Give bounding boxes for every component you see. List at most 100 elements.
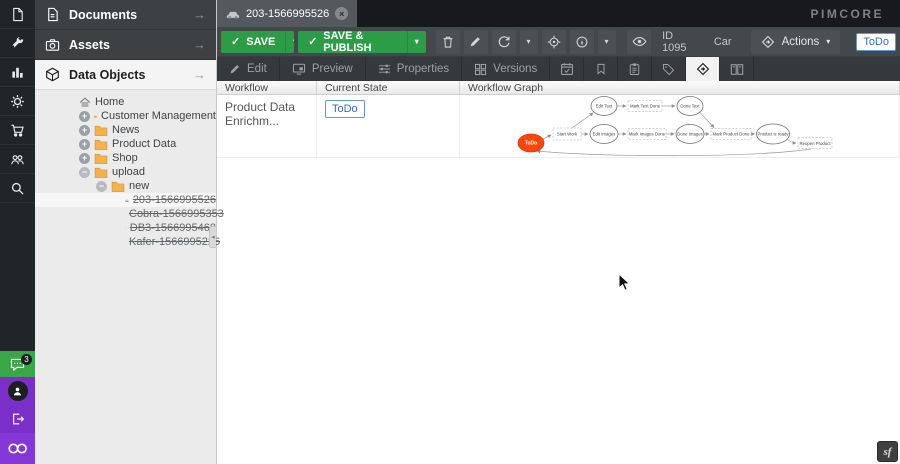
tree-item-home[interactable]: Home [35, 95, 216, 109]
tab-schedule[interactable] [550, 57, 584, 81]
rail-documents-button[interactable] [0, 0, 35, 29]
caret-down-icon: ▾ [527, 37, 531, 46]
workflow-status-badge: ToDo [856, 33, 896, 51]
pimcore-logo-button[interactable] [0, 433, 35, 464]
tab-edit-label: Edit [247, 63, 267, 75]
workflow-diamond-icon [696, 62, 710, 76]
graph-label: Reopen Product [799, 141, 831, 146]
save-and-publish-dropdown-button[interactable]: ▾ [407, 31, 426, 53]
tab-edit[interactable]: Edit [217, 57, 280, 81]
user-menu-button[interactable] [0, 377, 35, 405]
profiler-toggle-button[interactable]: sf [877, 441, 898, 462]
reload-button[interactable] [492, 30, 516, 54]
notifications-button[interactable]: 3 [0, 351, 35, 377]
tree-item-news[interactable]: + News [35, 123, 216, 137]
tree-item-kafer-1566995226[interactable]: Kafer-1566995226 [35, 235, 216, 249]
column-header-workflow-graph[interactable]: Workflow Graph [460, 81, 900, 94]
bar-chart-icon [10, 65, 25, 80]
save-button[interactable]: ✓SAVE ▾ [221, 31, 294, 53]
file-icon [10, 7, 25, 22]
delete-button[interactable] [436, 30, 460, 54]
tab-properties[interactable]: Properties [366, 57, 462, 81]
collapse-icon[interactable]: − [79, 167, 90, 178]
expand-icon[interactable]: + [79, 111, 90, 122]
wrench-icon [10, 36, 25, 51]
tab-tags[interactable] [652, 57, 686, 81]
tree-item-db3-1566995468[interactable]: DB3-1566995468 [35, 221, 216, 235]
tab-203-1566995526[interactable]: 203-1566995526 × [217, 0, 357, 27]
gear-icon [10, 94, 25, 109]
panel-collapse-handle[interactable]: ◂ [209, 226, 216, 248]
current-state-cell: ToDo [317, 95, 460, 157]
rail-reports-button[interactable] [0, 58, 35, 87]
accordion-data-objects[interactable]: Data Objects → [35, 60, 216, 90]
tab-label: 203-1566995526 [246, 8, 329, 20]
camera-icon [45, 38, 60, 52]
graph-label: Product is ready [757, 132, 789, 137]
save-dropdown-button[interactable]: ▾ [285, 31, 294, 53]
rail-tools-button[interactable] [0, 29, 35, 58]
tab-versions-label: Versions [493, 63, 537, 75]
monitor-icon [292, 63, 306, 75]
expand-icon[interactable]: + [79, 139, 90, 150]
graph-label: Mark Product Done [712, 132, 750, 137]
rename-button[interactable] [464, 30, 488, 54]
tree-item-label: DB3-1566995468 [130, 222, 216, 234]
caret-down-icon: ▾ [293, 37, 294, 46]
workflow-diamond-icon [761, 35, 775, 49]
tree-item-upload[interactable]: − upload [35, 165, 216, 179]
folder-icon [94, 111, 97, 122]
tree-item-customer-management[interactable]: + Customer Management [35, 109, 216, 123]
reload-dropdown-button[interactable]: ▾ [520, 30, 538, 54]
save-and-publish-button[interactable]: ✓SAVE & PUBLISH ▾ [298, 31, 426, 53]
tab-versions[interactable]: Versions [462, 57, 550, 81]
graph-label: Start Work [557, 132, 578, 137]
logout-button[interactable] [0, 405, 35, 433]
tree-item-cobra-1566995353[interactable]: Cobra-1566995353 [35, 207, 216, 221]
pimcore-wordmark: PIMCORE [810, 7, 900, 21]
info-button[interactable] [570, 30, 594, 54]
tree-item-label: Customer Management [101, 110, 216, 122]
tree-item-label: Product Data [112, 138, 176, 150]
workflow-table-row[interactable]: Product Data Enrichm... ToDo [217, 95, 900, 158]
toolbar-main: ✓SAVE ▾ ✓SAVE & PUBLISH ▾ ▾ [217, 27, 900, 57]
open-preview-button[interactable] [627, 30, 651, 54]
accordion-documents[interactable]: Documents → [35, 0, 216, 30]
accordion-assets[interactable]: Assets → [35, 30, 216, 60]
rail-settings-button[interactable] [0, 87, 35, 116]
arrow-right-icon: → [193, 37, 206, 52]
object-id-label: ID 1095 [662, 30, 696, 54]
tree-item-new[interactable]: − new [35, 179, 216, 193]
rail-ecommerce-button[interactable] [0, 116, 35, 145]
tab-close-button[interactable]: × [335, 7, 348, 20]
arrow-right-icon: → [193, 67, 206, 82]
expand-icon[interactable]: + [79, 125, 90, 136]
pencil-icon [469, 35, 482, 48]
locate-in-tree-button[interactable] [542, 30, 566, 54]
check-icon: ✓ [308, 35, 317, 48]
tree-item-shop[interactable]: + Shop [35, 151, 216, 165]
workflow-actions-button[interactable]: Actions ▾ [751, 30, 841, 54]
tree-item-product-data[interactable]: + Product Data [35, 137, 216, 151]
bookmark-icon [595, 62, 607, 76]
expand-icon[interactable]: + [79, 153, 90, 164]
clipboard-icon [628, 62, 641, 76]
tab-workflow[interactable] [686, 57, 720, 81]
tab-preview[interactable]: Preview [280, 57, 366, 81]
column-header-current-state[interactable]: Current State [317, 81, 460, 94]
pencil-icon [229, 63, 241, 75]
rail-customers-button[interactable] [0, 145, 35, 174]
tab-notes-events[interactable] [584, 57, 618, 81]
icon-rail: 3 [0, 0, 35, 464]
tree-item-203-1566995526[interactable]: 203-1566995526 [35, 193, 216, 207]
tab-dependencies[interactable] [720, 57, 754, 81]
main-area: 203-1566995526 × PIMCORE ✓SAVE ▾ ✓SAVE &… [217, 0, 900, 464]
avatar [8, 381, 28, 401]
tree-item-label: Shop [112, 152, 138, 164]
column-header-workflow[interactable]: Workflow [217, 81, 317, 94]
tree-item-label: Cobra-1566995353 [129, 208, 224, 220]
info-dropdown-button[interactable]: ▾ [598, 30, 616, 54]
tab-application-log[interactable] [618, 57, 652, 81]
collapse-icon[interactable]: − [96, 181, 107, 192]
rail-search-button[interactable] [0, 174, 35, 203]
